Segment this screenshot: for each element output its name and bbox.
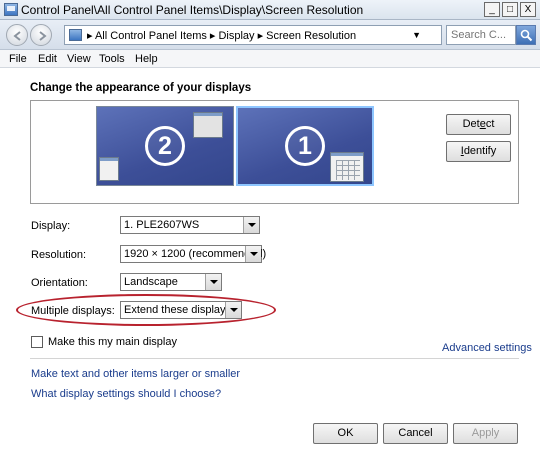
- advanced-settings-link[interactable]: Advanced settings: [442, 342, 532, 354]
- search-icon: [520, 29, 533, 42]
- orientation-select[interactable]: Landscape: [120, 273, 222, 291]
- search-box[interactable]: [446, 25, 516, 45]
- control-panel-icon: [69, 29, 82, 41]
- search-input[interactable]: [447, 26, 515, 44]
- forward-button[interactable]: [30, 24, 52, 46]
- chevron-down-icon: [243, 217, 259, 233]
- address-bar[interactable]: ▸ All Control Panel Items ▸ Display ▸ Sc…: [64, 25, 503, 45]
- apply-button[interactable]: Apply: [453, 423, 518, 444]
- screen-resolution-panel: Change the appearance of your displays 2…: [0, 68, 540, 458]
- monitor-1-number: 1: [285, 126, 325, 166]
- menu-bar: File Edit View Tools Help: [0, 50, 540, 68]
- cancel-button[interactable]: Cancel: [383, 423, 448, 444]
- display-label: Display:: [31, 220, 71, 232]
- mini-window-icon: [99, 157, 119, 181]
- mini-window-icon: [193, 112, 223, 138]
- address-dropdown-icon[interactable]: ▼: [412, 30, 421, 40]
- display-select[interactable]: 1. PLE2607WS: [120, 216, 260, 234]
- window-title: Control Panel\All Control Panel Items\Di…: [21, 3, 364, 17]
- menu-tools[interactable]: Tools: [99, 53, 125, 65]
- menu-file[interactable]: File: [9, 53, 27, 65]
- display-value: 1. PLE2607WS: [124, 219, 200, 231]
- control-panel-icon: [4, 3, 18, 16]
- back-button[interactable]: [6, 24, 28, 46]
- search-button[interactable]: [516, 25, 536, 45]
- title-bar: Control Panel\All Control Panel Items\Di…: [0, 0, 540, 20]
- multiple-displays-value: Extend these displays: [124, 304, 232, 316]
- text-size-link[interactable]: Make text and other items larger or smal…: [31, 368, 240, 380]
- chevron-down-icon: [205, 274, 221, 290]
- display-preview: 2 1 Detect Identify: [30, 100, 519, 204]
- resolution-select[interactable]: 1920 × 1200 (recommended): [120, 245, 266, 263]
- mini-window-icon: [330, 152, 364, 182]
- forward-arrow-icon: [39, 31, 47, 41]
- chevron-down-icon: [245, 246, 261, 262]
- monitor-1[interactable]: 1: [236, 106, 374, 186]
- close-button[interactable]: X: [520, 2, 536, 17]
- menu-view[interactable]: View: [67, 53, 91, 65]
- orientation-value: Landscape: [124, 276, 178, 288]
- detect-button[interactable]: Detect: [446, 114, 511, 135]
- monitor-2[interactable]: 2: [96, 106, 234, 186]
- orientation-label: Orientation:: [31, 277, 88, 289]
- menu-help[interactable]: Help: [135, 53, 158, 65]
- chevron-down-icon: [225, 302, 241, 318]
- address-path: ▸ All Control Panel Items ▸ Display ▸ Sc…: [87, 30, 357, 42]
- address-bar-area: ▸ All Control Panel Items ▸ Display ▸ Sc…: [0, 20, 540, 50]
- maximize-button[interactable]: □: [502, 2, 518, 17]
- display-help-link[interactable]: What display settings should I choose?: [31, 388, 221, 400]
- identify-button[interactable]: Identify: [446, 141, 511, 162]
- menu-edit[interactable]: Edit: [38, 53, 57, 65]
- minimize-button[interactable]: _: [484, 2, 500, 17]
- divider: [30, 358, 519, 359]
- main-display-label[interactable]: Make this my main display: [48, 336, 177, 348]
- back-arrow-icon: [13, 31, 21, 41]
- monitor-2-number: 2: [145, 126, 185, 166]
- page-title: Change the appearance of your displays: [30, 82, 252, 94]
- resolution-label: Resolution:: [31, 249, 87, 261]
- multiple-displays-label: Multiple displays:: [31, 305, 115, 317]
- ok-button[interactable]: OK: [313, 423, 378, 444]
- multiple-displays-select[interactable]: Extend these displays: [120, 301, 242, 319]
- main-display-checkbox[interactable]: [31, 336, 43, 348]
